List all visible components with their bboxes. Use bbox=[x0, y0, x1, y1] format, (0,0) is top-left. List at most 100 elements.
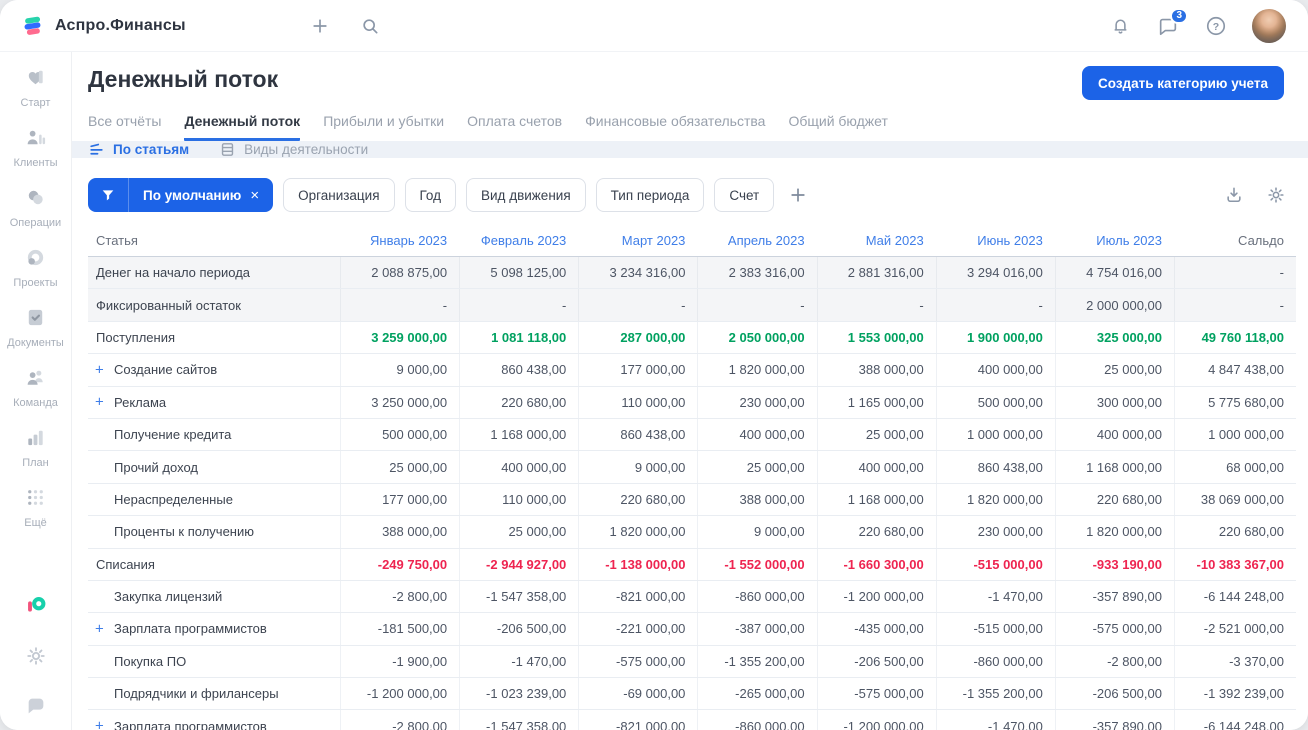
value-cell: 388 000,00 bbox=[697, 483, 816, 516]
sidebar-item-projects[interactable]: Проекты bbox=[7, 246, 64, 289]
filter-chip[interactable]: Организация bbox=[283, 178, 395, 212]
table-settings-icon[interactable] bbox=[1264, 183, 1288, 207]
sidebar-item-plan[interactable]: План bbox=[7, 426, 64, 469]
sidebar-item-clients[interactable]: Клиенты bbox=[7, 126, 64, 169]
tab-cash-flow[interactable]: Денежный поток bbox=[184, 113, 301, 141]
row-label: Зарплата программистов bbox=[114, 718, 267, 730]
value-cell: 500 000,00 bbox=[935, 386, 1055, 418]
sidebar-item-label: Команда bbox=[13, 397, 58, 409]
value-cell: -10 383 367,00 bbox=[1174, 548, 1296, 580]
clear-filter-icon[interactable]: × bbox=[250, 188, 259, 203]
expand-icon[interactable]: + bbox=[95, 395, 104, 410]
row-label: Списания bbox=[96, 556, 155, 572]
filter-chip[interactable]: Счет bbox=[714, 178, 775, 212]
column-header[interactable]: Март 2023 bbox=[578, 224, 697, 256]
value-cell: -860 000,00 bbox=[697, 580, 816, 613]
stack-icon bbox=[219, 141, 236, 158]
tab-budget[interactable]: Общий бюджет bbox=[788, 113, 887, 141]
value-cell: 9 000,00 bbox=[340, 354, 459, 386]
user-avatar[interactable] bbox=[1252, 8, 1286, 43]
view-subtabs: По статьям Виды деятельности bbox=[72, 141, 1308, 158]
sidebar-item-more[interactable]: Ещё bbox=[7, 486, 64, 529]
value-cell: 860 438,00 bbox=[935, 451, 1055, 483]
column-header[interactable]: Сальдо bbox=[1174, 224, 1296, 256]
chat-icon[interactable]: 3 bbox=[1156, 7, 1188, 38]
filter-chip[interactable]: Тип периода bbox=[595, 178, 705, 212]
add-filter-icon[interactable] bbox=[786, 183, 810, 207]
row-label: Денег на начало периода bbox=[96, 265, 251, 281]
value-cell: -206 500,00 bbox=[816, 645, 936, 678]
cash-flow-table: Статья Январь 2023 Февраль 2023 Март 2023 Ап… bbox=[88, 224, 1296, 730]
partner-logo-icon[interactable] bbox=[24, 594, 48, 618]
column-header[interactable]: Статья bbox=[88, 224, 340, 256]
subtab-by-items[interactable]: По статьям bbox=[88, 141, 189, 158]
row-label-cell: + Зарплата программистов bbox=[88, 710, 340, 730]
sidebar-item-start[interactable]: Старт bbox=[7, 66, 64, 109]
value-cell: - bbox=[1174, 257, 1296, 289]
column-header[interactable]: Февраль 2023 bbox=[459, 224, 578, 256]
tab-profit-loss[interactable]: Прибыли и убытки bbox=[323, 113, 444, 141]
sidebar-item-label: Проекты bbox=[13, 277, 58, 289]
value-cell: -1 355 200,00 bbox=[697, 645, 816, 678]
value-cell: 1 168 000,00 bbox=[816, 483, 936, 516]
value-cell: 1 165 000,00 bbox=[816, 386, 936, 418]
value-cell: -1 470,00 bbox=[935, 710, 1055, 730]
sidebar-item-documents[interactable]: Документы bbox=[7, 306, 64, 349]
value-cell: -1 470,00 bbox=[935, 580, 1055, 613]
settings-icon[interactable] bbox=[24, 644, 48, 668]
row-label: Проценты к получению bbox=[114, 524, 254, 540]
filter-chip[interactable]: Вид движения bbox=[466, 178, 586, 212]
value-cell: 860 438,00 bbox=[578, 418, 697, 451]
team-icon bbox=[24, 366, 47, 394]
search-icon[interactable] bbox=[358, 14, 382, 38]
row-label: Закупка лицензий bbox=[114, 589, 223, 605]
chat-bubble-icon[interactable] bbox=[24, 694, 48, 718]
sidebar-item-operations[interactable]: Операции bbox=[7, 186, 64, 229]
value-cell: 400 000,00 bbox=[935, 354, 1055, 386]
expand-icon[interactable]: + bbox=[95, 621, 104, 636]
sidebar-item-team[interactable]: Команда bbox=[7, 366, 64, 409]
sidebar-item-label: Документы bbox=[7, 337, 64, 349]
value-cell: -357 890,00 bbox=[1054, 710, 1174, 730]
expand-icon[interactable]: + bbox=[95, 719, 104, 730]
value-cell: 1 168 000,00 bbox=[1054, 451, 1174, 483]
table-row: Денег на начало периода 2 088 875,00 5 098… bbox=[88, 257, 1296, 290]
value-cell: - bbox=[578, 289, 698, 321]
column-header[interactable]: Апрель 2023 bbox=[697, 224, 816, 256]
value-cell: - bbox=[935, 289, 1055, 321]
add-icon[interactable] bbox=[308, 14, 332, 38]
tab-all-reports[interactable]: Все отчёты bbox=[88, 113, 161, 141]
value-cell: -2 521 000,00 bbox=[1174, 613, 1296, 645]
funnel-icon[interactable] bbox=[88, 178, 129, 212]
value-cell: 68 000,00 bbox=[1174, 451, 1296, 483]
value-cell: -1 392 239,00 bbox=[1174, 678, 1296, 710]
page-title: Денежный поток bbox=[88, 66, 279, 92]
active-filter-pill[interactable]: По умолчанию × bbox=[88, 178, 274, 212]
value-cell: -1 138 000,00 bbox=[578, 548, 697, 580]
filter-chip[interactable]: Год bbox=[404, 178, 457, 212]
help-icon[interactable]: ? bbox=[1204, 14, 1228, 38]
app-logo[interactable]: Аспро.Финансы bbox=[20, 13, 186, 39]
tab-liabilities[interactable]: Финансовые обязательства bbox=[585, 113, 765, 141]
expand-icon[interactable]: + bbox=[95, 362, 104, 377]
value-cell: -2 800,00 bbox=[1054, 645, 1174, 678]
row-label-cell: Денег на начало периода bbox=[88, 257, 340, 289]
column-header[interactable]: Май 2023 bbox=[817, 224, 936, 256]
download-icon[interactable] bbox=[1222, 183, 1246, 207]
filter-chips: Организация Год Вид движения Тип периода Сче… bbox=[283, 178, 775, 212]
value-cell: - bbox=[1174, 289, 1296, 321]
value-cell: -1 547 358,00 bbox=[459, 710, 578, 730]
value-cell: -265 000,00 bbox=[697, 678, 816, 710]
column-header[interactable]: Январь 2023 bbox=[340, 224, 459, 256]
subtab-activity-kind[interactable]: Виды деятельности bbox=[219, 141, 368, 158]
subtab-label: Виды деятельности bbox=[244, 142, 369, 157]
value-cell: 325 000,00 bbox=[1054, 321, 1174, 354]
row-label-cell: Нераспределенные bbox=[88, 484, 340, 515]
column-header[interactable]: Июнь 2023 bbox=[936, 224, 1055, 256]
tab-invoices[interactable]: Оплата счетов bbox=[467, 113, 562, 141]
value-cell: 400 000,00 bbox=[697, 418, 816, 451]
create-category-button[interactable]: Создать категорию учета bbox=[1082, 66, 1284, 100]
bell-icon[interactable] bbox=[1108, 14, 1132, 38]
value-cell: 1 820 000,00 bbox=[935, 483, 1055, 516]
column-header[interactable]: Июль 2023 bbox=[1055, 224, 1174, 256]
